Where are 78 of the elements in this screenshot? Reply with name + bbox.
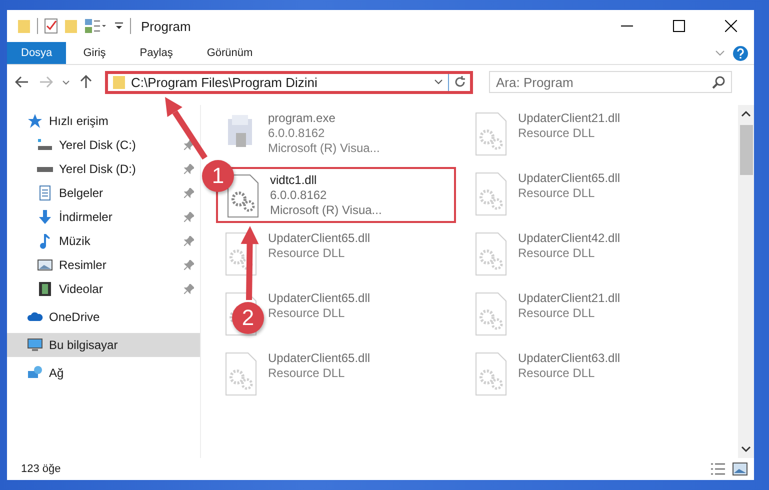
sidebar-item[interactable]: OneDrive: [7, 305, 200, 329]
file-detail: 6.0.0.8162: [268, 126, 326, 140]
close-icon: [725, 20, 737, 32]
sidebar-item[interactable]: Ağ: [7, 361, 200, 385]
file-detail: Resource DLL: [518, 186, 596, 200]
doc-icon: [37, 185, 53, 201]
search-field[interactable]: Ara: Program: [489, 71, 732, 93]
file-detail: Microsoft (R) Visua...: [270, 203, 382, 217]
file-detail: Resource DLL: [518, 306, 596, 320]
file-detail: Resource DLL: [268, 366, 346, 380]
file-name: UpdaterClient65.dll: [268, 231, 370, 245]
sidebar-item[interactable]: İndirmeler: [7, 205, 200, 229]
pin-icon[interactable]: [184, 236, 194, 246]
file-name: UpdaterClient65.dll: [268, 291, 370, 305]
file-detail: Resource DLL: [268, 246, 346, 260]
file-name: vidtc1.dll: [270, 173, 318, 187]
file-detail: Resource DLL: [518, 366, 596, 380]
sidebar-item[interactable]: Belgeler: [7, 181, 200, 205]
pin-icon[interactable]: [184, 260, 194, 270]
film-icon: [37, 281, 53, 297]
sidebar-item[interactable]: Bu bilgisayar: [7, 333, 200, 357]
ribbon-tab[interactable]: Görünüm: [190, 42, 270, 64]
scroll-down-icon[interactable]: [741, 444, 751, 454]
maximize-icon: [673, 20, 685, 32]
properties-icon[interactable]: [84, 18, 108, 34]
file-name: UpdaterClient63.dll: [518, 351, 620, 365]
music-icon: [37, 233, 53, 249]
file-detail: Microsoft (R) Visua...: [268, 141, 380, 155]
refresh-icon: [454, 76, 466, 88]
forward-icon: [39, 76, 53, 88]
large-icons-view-icon[interactable]: [732, 462, 748, 476]
dropdown-icon[interactable]: [114, 21, 124, 31]
pin-icon[interactable]: [184, 188, 194, 198]
scrollbar-thumb[interactable]: [740, 125, 752, 175]
ribbon-tab[interactable]: Dosya: [7, 42, 66, 64]
sidebar-item[interactable]: Hızlı erişim: [7, 109, 200, 133]
file-detail: 6.0.0.8162: [270, 188, 328, 202]
file-name: UpdaterClient65.dll: [268, 351, 370, 365]
pc-icon: [27, 337, 43, 353]
pin-icon[interactable]: [184, 284, 194, 294]
sidebar-item[interactable]: Müzik: [7, 229, 200, 253]
file-detail: Resource DLL: [268, 306, 346, 320]
search-icon: [712, 76, 725, 89]
star-icon: [27, 113, 43, 129]
file-name: UpdaterClient65.dll: [518, 171, 620, 185]
sidebar-item[interactable]: Videolar: [7, 277, 200, 301]
checklist-icon[interactable]: [44, 18, 58, 34]
pin-icon[interactable]: [184, 164, 194, 174]
item-count: 123 öğe: [21, 463, 62, 475]
sidebar-item[interactable]: Yerel Disk (C:): [7, 133, 200, 157]
folder-icon: [112, 74, 126, 90]
file-detail: Resource DLL: [518, 126, 596, 140]
pin-icon[interactable]: [184, 140, 194, 150]
pin-icon[interactable]: [184, 212, 194, 222]
scroll-up-icon[interactable]: [741, 109, 751, 119]
file-name: UpdaterClient21.dll: [518, 291, 620, 305]
minimize-icon: [621, 25, 633, 27]
window-title: Program: [141, 18, 192, 34]
drive-c-icon: [37, 137, 53, 153]
back-icon: [15, 76, 29, 88]
ribbon-tab[interactable]: Giriş: [66, 42, 123, 64]
chevron-down-icon[interactable]: [434, 79, 443, 85]
file-detail: Resource DLL: [518, 246, 596, 260]
sidebar-item[interactable]: Yerel Disk (D:): [7, 157, 200, 181]
file-name: UpdaterClient21.dll: [518, 111, 620, 125]
drive-icon: [37, 166, 53, 172]
file-name: UpdaterClient42.dll: [518, 231, 620, 245]
chevron-down-icon: [62, 80, 70, 84]
arrow: [165, 97, 208, 160]
help-icon[interactable]: [733, 46, 748, 60]
ribbon-tab[interactable]: Paylaş: [122, 42, 190, 64]
sidebar-item[interactable]: Resimler: [7, 253, 200, 277]
file-name: program.exe: [268, 111, 336, 125]
down-icon: [37, 209, 53, 225]
image-icon: [37, 257, 53, 273]
address-bar[interactable]: C:\Program Files\Program Dizini: [105, 70, 473, 94]
up-icon: [80, 75, 92, 89]
details-view-icon[interactable]: [710, 462, 726, 476]
